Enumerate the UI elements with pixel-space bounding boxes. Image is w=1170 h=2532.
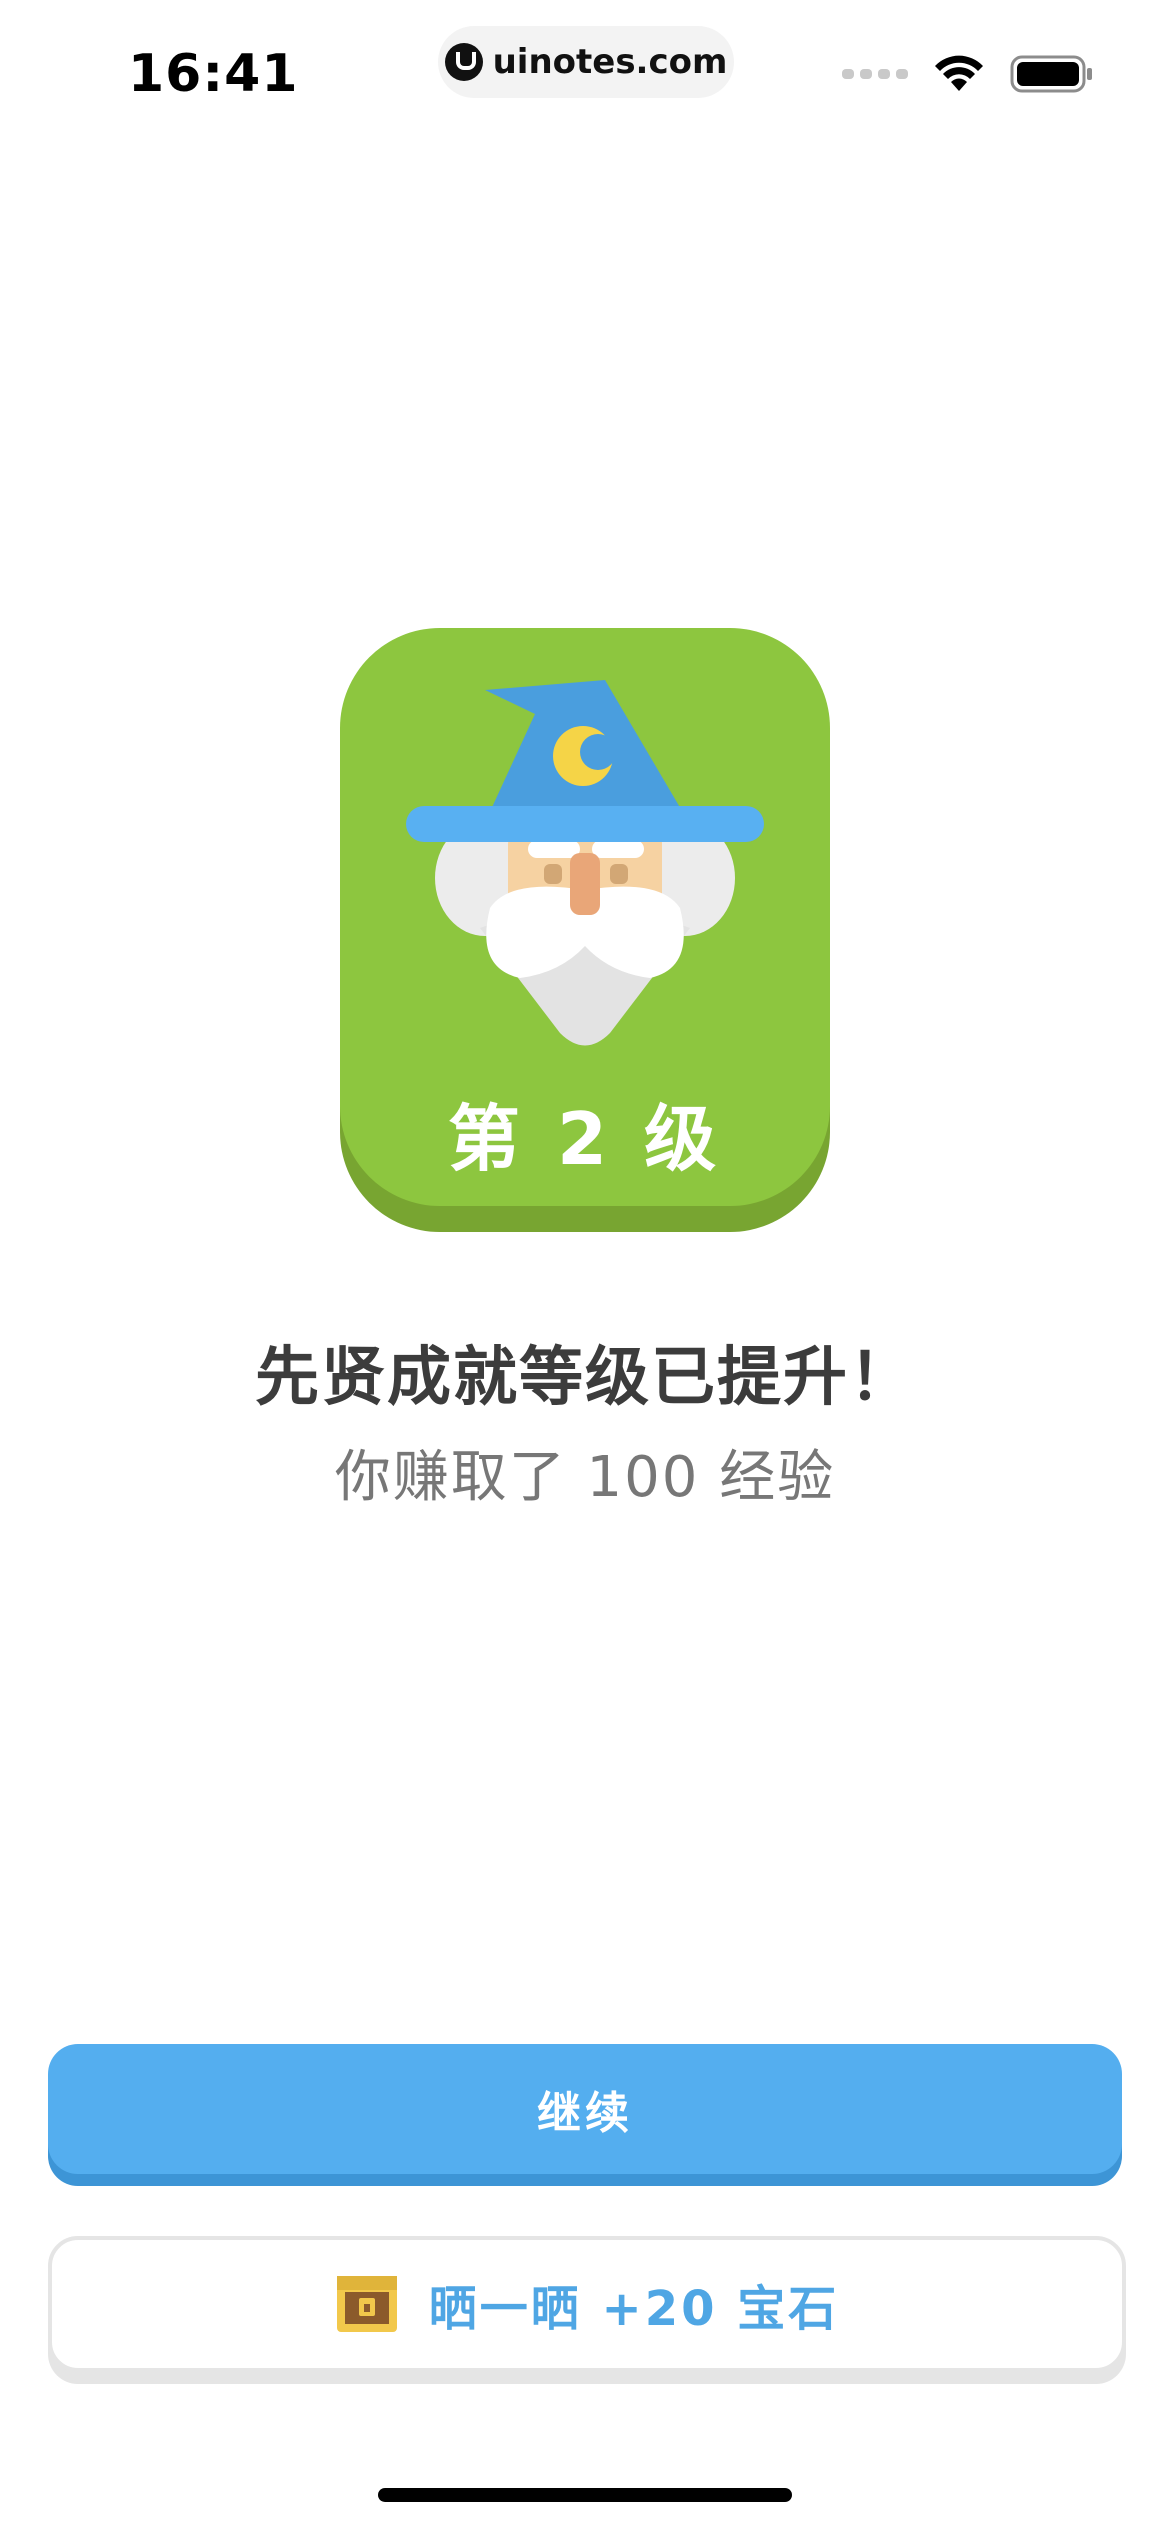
url-pill[interactable]: uinotes.com	[438, 26, 734, 98]
home-indicator[interactable]	[378, 2488, 792, 2502]
share-button-label: 晒一晒 +20 宝石	[428, 2281, 840, 2337]
wifi-icon	[935, 55, 983, 91]
status-indicators	[842, 54, 1094, 94]
site-logo-icon	[444, 43, 483, 81]
url-text: uinotes.com	[492, 42, 728, 82]
page-title: 先贤成就等级已提升！	[255, 1341, 915, 1415]
continue-button[interactable]: 继续	[48, 2044, 1122, 2174]
xp-earned-text: 你赚取了 100 经验	[334, 1445, 836, 1510]
battery-icon	[1010, 55, 1092, 93]
status-time: 16:41	[128, 44, 299, 104]
continue-button-label: 继续	[537, 2088, 633, 2139]
share-button[interactable]: 晒一晒 +20 宝石	[48, 2236, 1126, 2372]
level-badge: 第 2 级	[340, 628, 830, 1232]
treasure-chest-icon	[336, 2276, 397, 2332]
level-label: 第 2 级	[447, 1097, 723, 1181]
cellular-signal-icon	[842, 69, 908, 79]
